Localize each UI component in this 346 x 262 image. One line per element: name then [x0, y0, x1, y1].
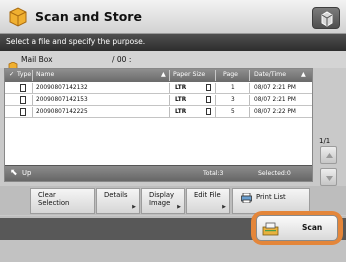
scroll-up-button[interactable]	[320, 146, 337, 164]
column-header-datetime[interactable]: Date/Time	[254, 71, 286, 78]
column-header-type[interactable]: Type	[17, 71, 31, 78]
selected-count: Selected:0	[258, 170, 291, 177]
edit-file-label: Edit File	[194, 191, 221, 199]
up-button[interactable]: ⬉ Up	[8, 166, 50, 180]
document-icon	[20, 84, 26, 92]
reset-button[interactable]	[312, 7, 340, 29]
page-icon	[206, 96, 211, 103]
table-row[interactable]: 20090807142225 LTR 5 08/07 2:22 PM	[5, 107, 312, 118]
page-indicator: 1/1	[319, 137, 331, 145]
file-name: 20090807142225	[36, 109, 88, 115]
page-icon	[206, 108, 211, 115]
scan-label: Scan	[302, 223, 323, 232]
file-datetime: 08/07 2:22 PM	[254, 109, 296, 115]
instruction-bar: Select a file and specify the purpose.	[0, 34, 346, 51]
mailbox-icon	[8, 55, 18, 70]
edit-file-button[interactable]: Edit File ▶	[186, 188, 230, 214]
column-header-name[interactable]: Name	[36, 71, 54, 78]
page-count: 5	[231, 109, 235, 115]
column-header-paper-size[interactable]: Paper Size	[173, 71, 205, 78]
page-count: 1	[231, 85, 235, 91]
scroll-down-button[interactable]	[320, 168, 337, 186]
mailbox-label: Mail Box	[21, 55, 53, 64]
cube-icon	[321, 11, 333, 27]
details-button[interactable]: Details ▶	[96, 188, 140, 214]
paper-size: LTR	[175, 109, 187, 115]
triangle-down-icon	[326, 176, 333, 181]
page-title: Scan and Store	[35, 9, 142, 24]
submenu-arrow-icon: ▶	[132, 204, 136, 210]
sort-asc-icon: ▲	[161, 71, 166, 78]
display-image-label: Display Image	[149, 191, 175, 207]
paper-size: LTR	[175, 97, 187, 103]
file-datetime: 08/07 2:21 PM	[254, 85, 296, 91]
column-header-page[interactable]: Page	[223, 71, 238, 78]
details-label: Details	[104, 191, 128, 199]
document-icon	[20, 96, 26, 104]
file-name: 20090807142132	[36, 85, 88, 91]
up-button-label: Up	[22, 169, 32, 177]
file-datetime: 08/07 2:21 PM	[254, 97, 296, 103]
table-row[interactable]: 20090807142153 LTR 3 08/07 2:21 PM	[5, 95, 312, 106]
printer-icon	[241, 192, 252, 205]
scan-icon	[262, 221, 279, 236]
scan-and-store-icon	[7, 6, 29, 28]
total-count: Total:3	[203, 170, 224, 177]
table-row[interactable]: 20090807142132 LTR 1 08/07 2:21 PM	[5, 83, 312, 94]
select-all-check-icon[interactable]: ✓	[9, 71, 14, 78]
print-list-label: Print List	[256, 193, 286, 201]
list-header: ✓ Type Name ▲ Paper Size Page Date/Time …	[5, 69, 312, 82]
clear-selection-label: Clear Selection	[38, 191, 70, 207]
up-arrow-icon: ⬉	[10, 168, 18, 178]
paper-size: LTR	[175, 85, 187, 91]
mailbox-value: / 00 :	[112, 55, 132, 64]
page-icon	[206, 84, 211, 91]
display-image-button[interactable]: Display Image ▶	[141, 188, 185, 214]
submenu-arrow-icon: ▶	[177, 204, 181, 210]
sort-asc-icon: ▲	[301, 71, 306, 78]
clear-selection-button[interactable]: Clear Selection	[30, 188, 95, 214]
triangle-up-icon	[326, 153, 333, 158]
file-name: 20090807142153	[36, 97, 88, 103]
page-count: 3	[231, 97, 235, 103]
submenu-arrow-icon: ▶	[222, 204, 226, 210]
document-icon	[20, 108, 26, 116]
